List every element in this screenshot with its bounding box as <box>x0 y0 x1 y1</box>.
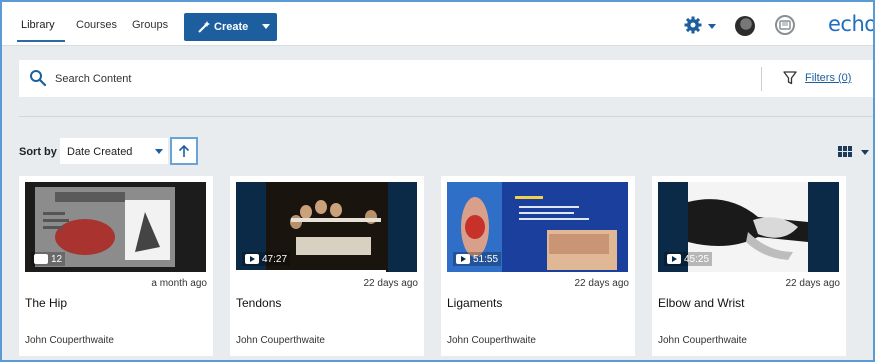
search-icon <box>30 70 47 87</box>
magic-wand-icon <box>198 21 210 33</box>
card-date: 22 days ago <box>785 278 841 289</box>
card-title[interactable]: Tendons <box>236 296 281 310</box>
create-button-label: Create <box>214 21 249 33</box>
card-owner: John Couperthwaite <box>25 335 114 346</box>
capture-tool-icon[interactable] <box>774 14 796 36</box>
user-avatar[interactable] <box>735 16 755 36</box>
top-nav-bar: Library Courses Groups Create echo <box>2 2 875 46</box>
card-date: 22 days ago <box>574 278 630 289</box>
active-tab-indicator <box>17 40 65 42</box>
badge-text: 12 <box>51 253 63 265</box>
tab-courses[interactable]: Courses <box>76 19 117 31</box>
slides-icon <box>34 254 48 264</box>
gear-icon[interactable] <box>683 15 703 35</box>
media-thumbnail[interactable]: 12 <box>25 182 206 272</box>
play-icon <box>245 254 259 264</box>
play-icon <box>667 254 681 264</box>
media-thumbnail[interactable]: 47:27 <box>236 182 417 272</box>
search-input[interactable] <box>55 70 655 88</box>
filter-divider <box>761 67 762 91</box>
duration-badge: 51:55 <box>453 252 502 266</box>
search-bar: Filters (0) <box>19 60 873 97</box>
card-owner: John Couperthwaite <box>447 335 536 346</box>
arrow-up-icon <box>178 144 190 157</box>
view-chevron-down-icon[interactable] <box>861 150 869 155</box>
card-owner: John Couperthwaite <box>236 335 325 346</box>
card-title[interactable]: The Hip <box>25 296 67 310</box>
badge-text: 45:25 <box>684 253 710 265</box>
slide-count-badge: 12 <box>31 252 66 266</box>
play-icon <box>456 254 470 264</box>
duration-badge: 47:27 <box>242 252 291 266</box>
media-card[interactable]: 12 a month ago The Hip John Couperthwait… <box>19 176 213 356</box>
filters-link[interactable]: Filters (0) <box>805 72 851 84</box>
card-title[interactable]: Ligaments <box>447 296 502 310</box>
create-button[interactable]: Create <box>184 13 277 41</box>
badge-text: 51:55 <box>473 253 499 265</box>
media-thumbnail[interactable]: 45:25 <box>658 182 839 272</box>
media-card[interactable]: 47:27 22 days ago Tendons John Couperthw… <box>230 176 424 356</box>
echo-logo[interactable]: echo <box>828 12 875 36</box>
duration-badge: 45:25 <box>664 252 713 266</box>
sort-select-value: Date Created <box>67 146 133 158</box>
card-date: a month ago <box>151 278 207 289</box>
chevron-down-icon <box>155 149 163 154</box>
media-thumbnail[interactable]: 51:55 <box>447 182 628 272</box>
chevron-down-icon <box>262 24 270 29</box>
sort-direction-button[interactable] <box>170 137 198 165</box>
card-title[interactable]: Elbow and Wrist <box>658 296 744 310</box>
divider-line <box>19 116 873 117</box>
filter-icon[interactable] <box>783 71 797 85</box>
card-owner: John Couperthwaite <box>658 335 747 346</box>
settings-chevron-down-icon[interactable] <box>708 24 716 29</box>
tab-library[interactable]: Library <box>21 19 55 31</box>
media-card[interactable]: 51:55 22 days ago Ligaments John Coupert… <box>441 176 635 356</box>
card-date: 22 days ago <box>363 278 419 289</box>
media-card[interactable]: 45:25 22 days ago Elbow and Wrist John C… <box>652 176 846 356</box>
tab-groups[interactable]: Groups <box>132 19 168 31</box>
badge-text: 47:27 <box>262 253 288 265</box>
sort-select[interactable]: Date Created <box>60 138 168 164</box>
grid-view-icon[interactable] <box>838 146 852 157</box>
sort-label: Sort by <box>19 146 57 158</box>
